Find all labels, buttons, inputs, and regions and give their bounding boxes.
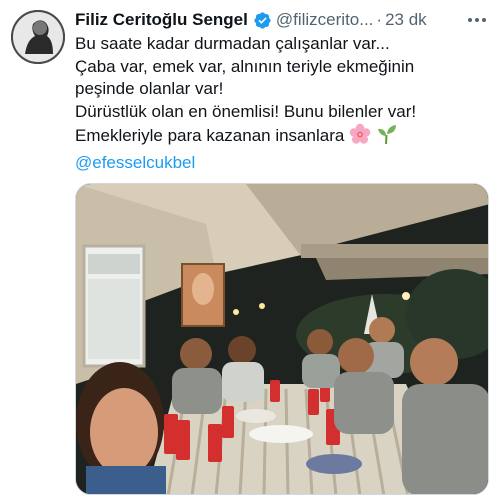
tweet-text-line-with-emoji: Emekleriyle para kazanan insanlara: [75, 123, 495, 152]
tweet-text-line: peşinde olanlar var!: [75, 79, 224, 98]
author-display-name[interactable]: Filiz Ceritoğlu Sengel: [75, 10, 248, 30]
tweet-text: Bu saate kadar durmadan çalışanlar var..…: [75, 33, 495, 174]
tweet-photo[interactable]: [75, 183, 489, 495]
tweet-text-line: Dürüstlük olan en önemlisi! Bunu bilenle…: [75, 101, 417, 121]
seedling-icon: [376, 123, 398, 152]
tweet-header: Filiz Ceritoğlu Sengel @filizcerito... ·…: [75, 8, 495, 32]
tweet-text-line: Bu saate kadar durmadan çalışanlar var..…: [75, 34, 390, 53]
tweet-text-line: Emekleriyle para kazanan insanlara: [75, 126, 345, 145]
author-handle[interactable]: @filizcerito...: [276, 10, 374, 30]
author-avatar[interactable]: [11, 10, 65, 64]
tweet[interactable]: Filiz Ceritoğlu Sengel @filizcerito... ·…: [0, 0, 500, 503]
cherry-blossom-icon: [349, 123, 371, 152]
verified-badge-icon: [253, 11, 272, 30]
tweet-timestamp[interactable]: 23 dk: [385, 10, 427, 30]
mention-link[interactable]: @efesselcukbel: [75, 152, 495, 175]
header-separator: ·: [376, 10, 383, 29]
more-horizontal-icon[interactable]: [464, 10, 490, 30]
tweet-text-line: Çaba var, emek var, alnının teriyle ekme…: [75, 56, 415, 76]
